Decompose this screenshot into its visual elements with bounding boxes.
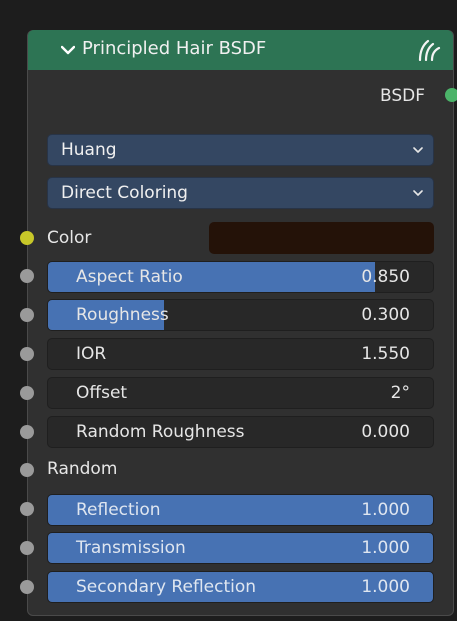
random-roughness-label: Random Roughness xyxy=(76,422,245,442)
color-swatch[interactable] xyxy=(209,222,434,254)
random-roughness-field[interactable]: Random Roughness 0.000 xyxy=(47,416,434,448)
offset-label: Offset xyxy=(76,383,128,403)
model-dropdown[interactable]: Huang xyxy=(47,134,434,166)
roughness-label: Roughness xyxy=(76,305,169,325)
roughness-socket[interactable] xyxy=(20,308,34,322)
ior-field[interactable]: IOR 1.550 xyxy=(47,338,434,370)
bsdf-output-label: BSDF xyxy=(379,86,425,106)
secondary-reflection-value: 1.000 xyxy=(361,577,410,597)
aspect-ratio-field[interactable]: Aspect Ratio 0.850 xyxy=(47,261,434,293)
random-roughness-value: 0.000 xyxy=(361,422,410,442)
bsdf-output-socket[interactable] xyxy=(445,88,457,102)
roughness-value: 0.300 xyxy=(361,305,410,325)
ior-value: 1.550 xyxy=(361,344,410,364)
collapse-chevron-icon[interactable] xyxy=(61,43,75,57)
transmission-value: 1.000 xyxy=(361,538,410,558)
transmission-socket[interactable] xyxy=(20,541,34,555)
aspect-ratio-label: Aspect Ratio xyxy=(76,267,183,287)
node-title: Principled Hair BSDF xyxy=(82,38,267,59)
reflection-label: Reflection xyxy=(76,500,161,520)
parametrization-dropdown-value: Direct Coloring xyxy=(61,183,188,203)
color-input-label: Color xyxy=(47,228,92,248)
random-input-label: Random xyxy=(47,459,118,479)
aspect-ratio-socket[interactable] xyxy=(20,269,34,283)
offset-socket[interactable] xyxy=(20,386,34,400)
model-dropdown-value: Huang xyxy=(61,140,117,160)
secondary-reflection-label: Secondary Reflection xyxy=(76,577,257,597)
offset-value: 2° xyxy=(390,383,410,403)
aspect-ratio-value: 0.850 xyxy=(361,267,410,287)
roughness-field[interactable]: Roughness 0.300 xyxy=(47,299,434,331)
offset-field[interactable]: Offset 2° xyxy=(47,377,434,409)
chevron-down-icon xyxy=(413,147,423,153)
node-header[interactable]: Principled Hair BSDF xyxy=(28,30,453,70)
ior-socket[interactable] xyxy=(20,347,34,361)
secondary-reflection-socket[interactable] xyxy=(20,580,34,594)
transmission-label: Transmission xyxy=(76,538,186,558)
ior-label: IOR xyxy=(76,344,107,364)
reflection-field[interactable]: Reflection 1.000 xyxy=(47,494,434,526)
parametrization-dropdown[interactable]: Direct Coloring xyxy=(47,177,434,209)
hair-curves-icon xyxy=(418,39,441,61)
reflection-socket[interactable] xyxy=(20,502,34,516)
chevron-down-icon xyxy=(413,190,423,196)
transmission-field[interactable]: Transmission 1.000 xyxy=(47,532,434,564)
color-input-socket[interactable] xyxy=(20,231,34,245)
reflection-value: 1.000 xyxy=(361,500,410,520)
secondary-reflection-field[interactable]: Secondary Reflection 1.000 xyxy=(47,571,434,603)
random-input-socket[interactable] xyxy=(20,463,34,477)
random-roughness-socket[interactable] xyxy=(20,425,34,439)
